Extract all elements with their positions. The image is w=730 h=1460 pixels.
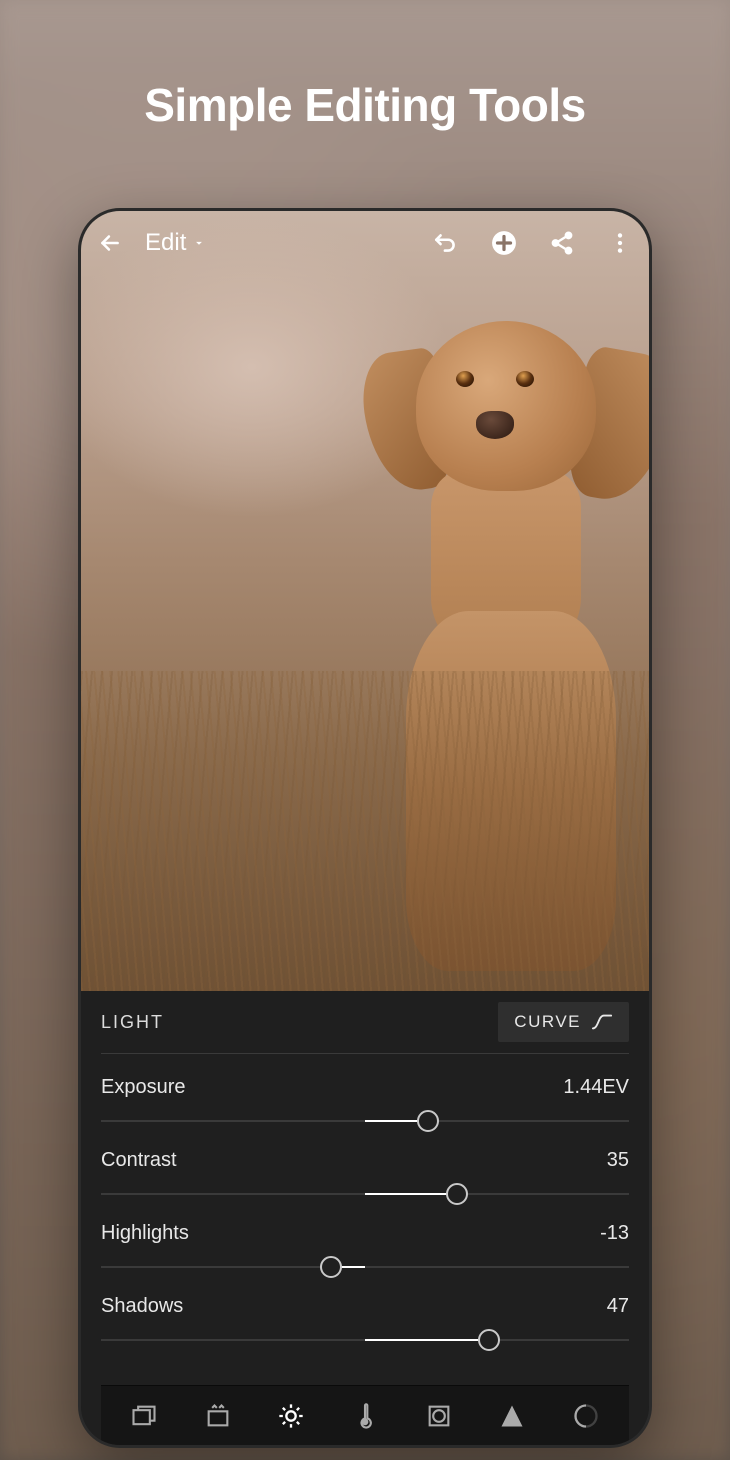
detail-icon <box>498 1402 526 1430</box>
mode-label: Edit <box>145 229 186 257</box>
presets-icon <box>130 1402 158 1430</box>
detail-tool[interactable] <box>490 1394 534 1438</box>
color-temp-icon <box>351 1402 379 1430</box>
light-tool[interactable] <box>269 1394 313 1438</box>
slider-track[interactable] <box>101 1328 629 1352</box>
slider-track[interactable] <box>101 1182 629 1206</box>
light-icon <box>277 1402 305 1430</box>
slider-label: Shadows <box>101 1295 183 1318</box>
sliders-list: Exposure 1.44EV Contrast 35 Highlights -13 Sha… <box>101 1054 629 1358</box>
healing-tool[interactable] <box>196 1394 240 1438</box>
optics-icon <box>572 1402 600 1430</box>
curve-button[interactable]: CURVE <box>498 1002 629 1042</box>
slider-value: 35 <box>607 1149 629 1172</box>
slider-shadows: Shadows 47 <box>101 1285 629 1358</box>
back-button[interactable] <box>95 228 125 258</box>
effects-tool[interactable] <box>417 1394 461 1438</box>
curve-icon <box>591 1012 613 1032</box>
slider-thumb[interactable] <box>478 1329 500 1351</box>
optics-tool[interactable] <box>564 1394 608 1438</box>
foreground-grass <box>81 671 649 991</box>
slider-label: Contrast <box>101 1149 177 1172</box>
phone-frame: Edit <box>78 208 652 1448</box>
slider-value: 1.44EV <box>563 1076 629 1099</box>
color-temp-tool[interactable] <box>343 1394 387 1438</box>
photo-preview[interactable] <box>81 211 649 991</box>
add-button[interactable] <box>489 228 519 258</box>
effects-icon <box>425 1402 453 1430</box>
slider-thumb[interactable] <box>446 1183 468 1205</box>
slider-highlights: Highlights -13 <box>101 1212 629 1285</box>
slider-label: Highlights <box>101 1222 189 1245</box>
light-panel: LIGHT CURVE Exposure 1.44EV Contrast 35 High… <box>81 991 649 1445</box>
panel-title: LIGHT <box>101 1012 164 1033</box>
more-button[interactable] <box>605 228 635 258</box>
editor-topbar: Edit <box>81 211 649 275</box>
slider-track[interactable] <box>101 1109 629 1133</box>
caret-down-icon <box>192 236 206 250</box>
slider-value: -13 <box>600 1222 629 1245</box>
curve-label: CURVE <box>514 1012 581 1032</box>
healing-icon <box>204 1402 232 1430</box>
presets-tool[interactable] <box>122 1394 166 1438</box>
slider-label: Exposure <box>101 1076 186 1099</box>
slider-contrast: Contrast 35 <box>101 1139 629 1212</box>
undo-button[interactable] <box>431 228 461 258</box>
slider-exposure: Exposure 1.44EV <box>101 1066 629 1139</box>
mode-dropdown[interactable]: Edit <box>145 229 206 257</box>
share-button[interactable] <box>547 228 577 258</box>
headline: Simple Editing Tools <box>0 78 730 132</box>
slider-thumb[interactable] <box>417 1110 439 1132</box>
slider-value: 47 <box>607 1295 629 1318</box>
slider-thumb[interactable] <box>320 1256 342 1278</box>
slider-track[interactable] <box>101 1255 629 1279</box>
bottom-toolbar <box>101 1385 629 1445</box>
